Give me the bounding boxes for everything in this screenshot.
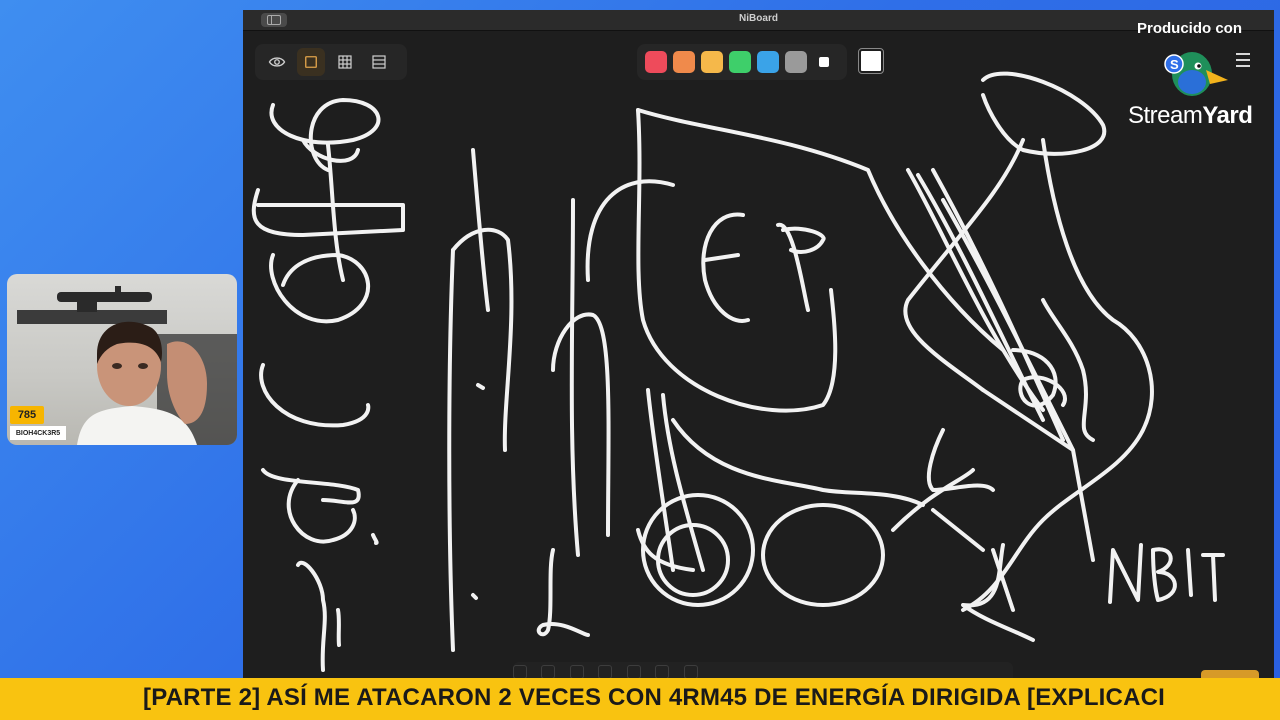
drawing-canvas[interactable] — [243, 10, 1274, 680]
nbit-handwriting — [1108, 543, 1225, 604]
presenter-video — [77, 321, 237, 445]
produced-label: Producido con — [1137, 20, 1242, 37]
left-scribbles — [251, 98, 405, 672]
brand-regular: Stream — [1128, 102, 1203, 129]
ticker-text: [PARTE 2] ASÍ ME ATACARON 2 VECES CON 4R… — [143, 684, 1166, 711]
shape-tool-icon[interactable] — [569, 665, 584, 679]
viewer-count-badge: 785 — [10, 406, 44, 424]
name-tag: BIOH4CK3R5 — [10, 426, 66, 440]
svg-text:S: S — [1170, 57, 1179, 72]
eraser-tool-icon[interactable] — [541, 665, 556, 679]
image-tool-icon[interactable] — [626, 665, 641, 679]
redo-icon[interactable] — [683, 665, 698, 679]
streamyard-brand: StreamYard — [1128, 102, 1253, 130]
pen-tool-icon[interactable] — [513, 665, 527, 679]
niboard-window: NiBoard — [243, 10, 1274, 680]
text-tool-icon[interactable] — [598, 665, 613, 679]
central-diagram — [636, 108, 1005, 607]
undo-icon[interactable] — [655, 665, 670, 679]
streamyard-duck-icon: S — [1164, 52, 1228, 96]
brand-bold: Yard — [1202, 102, 1253, 129]
ticker-banner: [PARTE 2] ASÍ ME ATACARON 2 VECES CON 4R… — [0, 678, 1280, 720]
